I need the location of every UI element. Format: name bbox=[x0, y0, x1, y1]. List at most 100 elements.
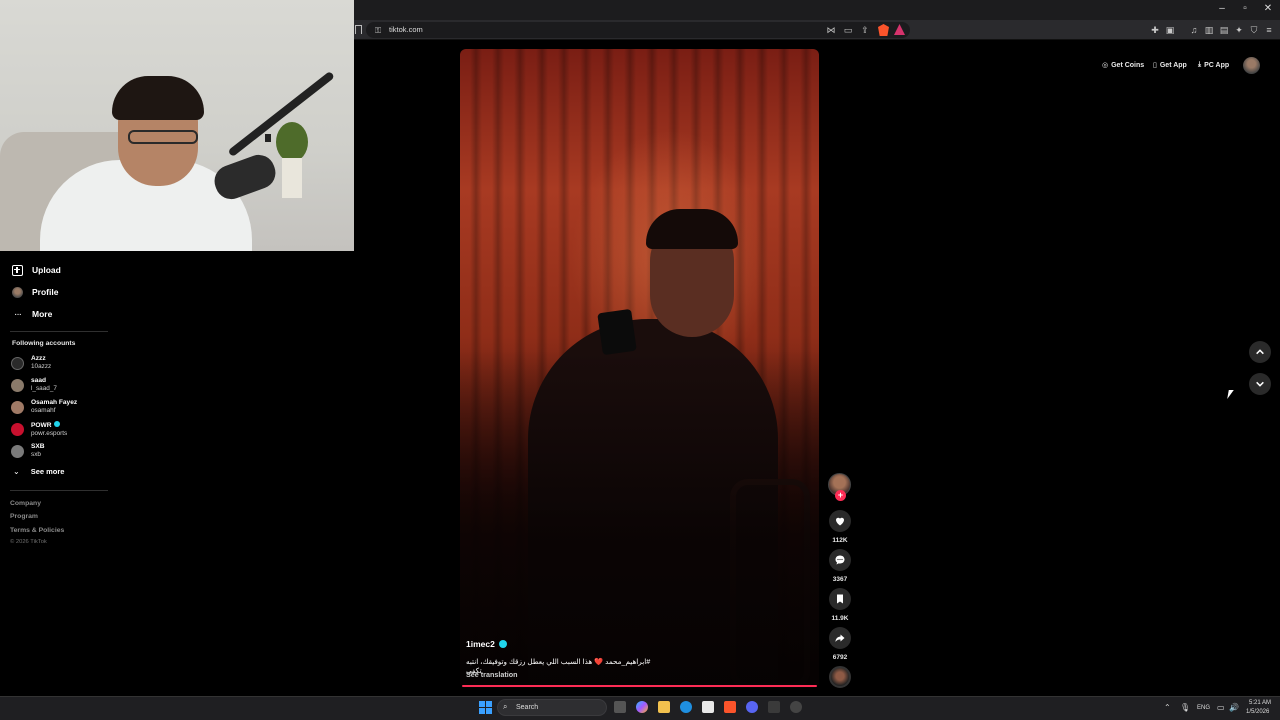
download-icon: ⤓ bbox=[1198, 61, 1202, 68]
close-button[interactable]: ✕ bbox=[1257, 3, 1279, 14]
video-person-hair bbox=[646, 209, 738, 249]
chevron-down-icon bbox=[1256, 381, 1264, 387]
following-account-item[interactable]: saad l_saad_7 bbox=[11, 375, 57, 395]
tray-overflow-icon[interactable]: ⌃ bbox=[1164, 703, 1171, 712]
leo-ai-icon[interactable]: ✦ bbox=[1233, 24, 1245, 36]
taskbar-search-label: Search bbox=[516, 704, 539, 711]
account-avatar bbox=[11, 356, 24, 370]
language-indicator[interactable]: ENG bbox=[1197, 705, 1210, 711]
account-name: Osamah Fayez bbox=[31, 399, 78, 406]
chevron-down-icon: ⌄ bbox=[13, 467, 20, 476]
webcam-person-glasses bbox=[128, 130, 198, 144]
windows-start-icon[interactable] bbox=[479, 701, 492, 714]
get-app-button[interactable]: ▯ Get App bbox=[1153, 59, 1187, 71]
microphone-icon[interactable]: 🎙 bbox=[1180, 703, 1190, 712]
volume-icon[interactable]: 🔊 bbox=[1229, 703, 1239, 712]
network-icon[interactable]: ▭ bbox=[1217, 703, 1225, 712]
account-avatar bbox=[11, 422, 24, 436]
webcam-person-hair bbox=[112, 76, 204, 120]
account-name: SXB bbox=[31, 443, 45, 450]
pc-app-label: PC App bbox=[1204, 61, 1230, 69]
cast-icon[interactable]: ▭ bbox=[842, 24, 854, 36]
like-count: 112K bbox=[832, 537, 848, 544]
account-handle: osamahf bbox=[31, 407, 56, 414]
wallet-icon[interactable]: ▤ bbox=[1218, 24, 1230, 36]
menu-icon[interactable]: ≡ bbox=[1263, 24, 1275, 36]
get-coins-button[interactable]: ◎ Get Coins bbox=[1102, 59, 1144, 71]
follow-plus-icon[interactable]: + bbox=[835, 490, 846, 501]
account-name: saad bbox=[31, 377, 47, 384]
see-translation-link[interactable]: See translation bbox=[466, 670, 518, 679]
taskbar-search[interactable] bbox=[497, 699, 607, 716]
task-view-icon[interactable] bbox=[614, 701, 626, 713]
app-icon[interactable] bbox=[768, 701, 780, 713]
sidebar-item-upload[interactable]: Upload bbox=[12, 262, 61, 278]
chevron-up-icon bbox=[1256, 349, 1264, 355]
vpn-icon[interactable]: ⛉ bbox=[1248, 24, 1260, 36]
upload-icon bbox=[12, 264, 23, 276]
copilot-icon[interactable] bbox=[636, 701, 648, 713]
save-button[interactable] bbox=[829, 588, 851, 610]
account-handle: sxb bbox=[31, 451, 41, 458]
maximize-button[interactable]: ▫ bbox=[1234, 3, 1256, 14]
comment-button[interactable] bbox=[829, 549, 851, 571]
edge-icon[interactable] bbox=[680, 701, 692, 713]
like-button[interactable] bbox=[829, 510, 851, 532]
account-handle: powr.esports bbox=[31, 429, 68, 437]
account-avatar bbox=[11, 378, 24, 392]
video-author[interactable]: 1imec2 bbox=[466, 639, 507, 649]
sidebar-item-more[interactable]: ··· More bbox=[12, 306, 52, 322]
share-button[interactable] bbox=[829, 627, 851, 649]
more-icon: ··· bbox=[14, 308, 22, 320]
webcam-overlay bbox=[0, 0, 354, 251]
share-arrow-icon bbox=[835, 634, 845, 642]
save-count: 11.9K bbox=[831, 615, 849, 622]
sidebar-item-label: Upload bbox=[32, 265, 61, 275]
footer-link-terms[interactable]: Terms & Policies bbox=[10, 527, 64, 534]
video-progress-bar[interactable] bbox=[462, 685, 817, 687]
extensions-icon[interactable]: ✚ bbox=[1149, 24, 1161, 36]
phone-icon: ▯ bbox=[1153, 62, 1157, 69]
verified-badge-icon bbox=[498, 640, 507, 648]
footer-link-program[interactable]: Program bbox=[10, 513, 38, 520]
user-avatar[interactable] bbox=[1243, 57, 1260, 74]
url-text[interactable]: tiktok.com bbox=[389, 25, 423, 34]
sidebar-item-label: More bbox=[32, 309, 53, 319]
screenshot-icon[interactable]: ▣ bbox=[1164, 24, 1176, 36]
mute-tab-icon[interactable]: ⋈ bbox=[825, 24, 837, 36]
settings-icon[interactable] bbox=[790, 701, 802, 713]
following-account-item[interactable]: POWR powr.esports bbox=[11, 419, 67, 439]
pc-app-button[interactable]: ⤓ PC App bbox=[1198, 59, 1229, 71]
video-author-name: 1imec2 bbox=[466, 639, 495, 649]
minimize-button[interactable]: – bbox=[1211, 3, 1233, 14]
following-account-item[interactable]: Osamah Fayez osamahf bbox=[11, 397, 77, 417]
site-info-icon[interactable]: ⚿ bbox=[375, 26, 381, 36]
sidebar-divider bbox=[10, 331, 108, 332]
footer-link-company[interactable]: Company bbox=[10, 500, 41, 507]
music-disc[interactable] bbox=[829, 666, 851, 688]
get-app-label: Get App bbox=[1159, 61, 1187, 69]
previous-video-button[interactable] bbox=[1249, 341, 1271, 363]
discord-icon[interactable] bbox=[746, 701, 758, 713]
video-bottom-shade bbox=[460, 349, 819, 688]
bookmark-icon[interactable] bbox=[355, 25, 362, 34]
share-icon[interactable]: ⇪ bbox=[859, 24, 871, 36]
media-icon[interactable]: ♫ bbox=[1188, 24, 1200, 36]
coin-icon: ◎ bbox=[1102, 62, 1109, 69]
next-video-button[interactable] bbox=[1249, 373, 1271, 395]
account-avatar bbox=[11, 444, 24, 458]
store-icon[interactable] bbox=[702, 701, 714, 713]
webcam-plant bbox=[276, 122, 308, 162]
file-explorer-icon[interactable] bbox=[658, 701, 670, 713]
see-more-button[interactable]: ⌄ See more bbox=[13, 467, 64, 476]
sidebar-toggle-icon[interactable]: ▥ bbox=[1203, 24, 1215, 36]
following-account-item[interactable]: Azzz 10azzz bbox=[11, 353, 51, 373]
account-name: Azzz bbox=[31, 355, 46, 362]
following-accounts-title: Following accounts bbox=[12, 340, 76, 347]
brave-taskbar-icon[interactable] bbox=[724, 701, 736, 713]
clock-time[interactable]: 5:21 AM bbox=[1249, 700, 1271, 706]
following-account-item[interactable]: SXB sxb bbox=[11, 441, 45, 461]
clock-date[interactable]: 1/5/2026 bbox=[1246, 709, 1269, 715]
video-player[interactable] bbox=[460, 49, 819, 688]
sidebar-item-profile[interactable]: Profile bbox=[12, 284, 58, 300]
